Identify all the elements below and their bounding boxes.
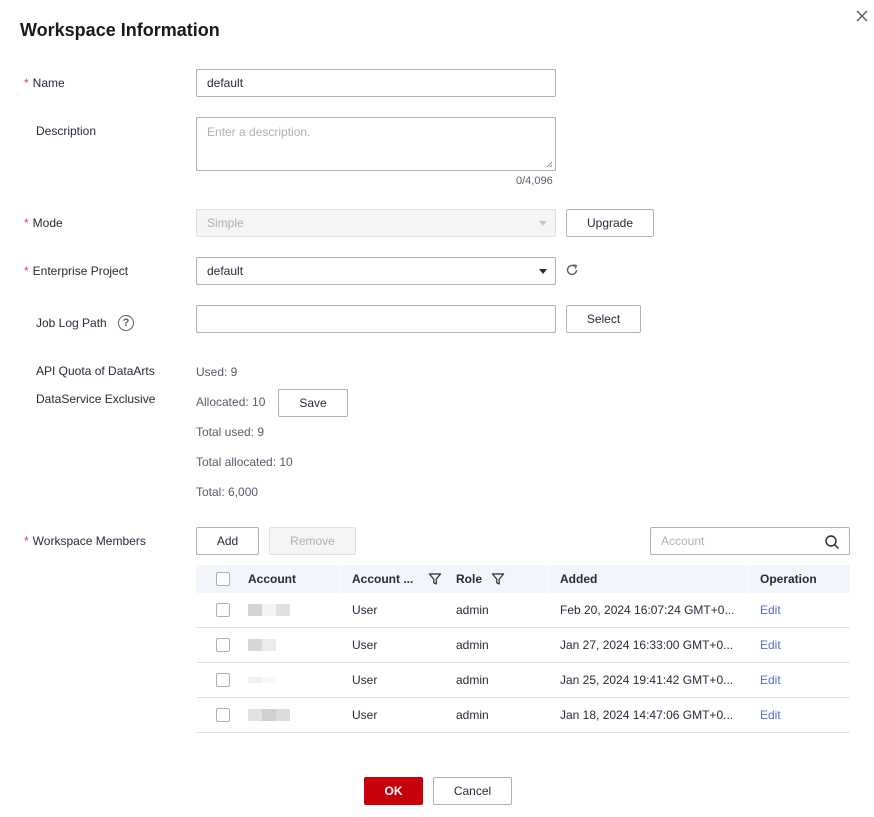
account-type-cell: User: [352, 673, 378, 687]
remove-member-button: Remove: [269, 527, 356, 555]
header-account: Account: [248, 572, 296, 586]
api-quota-label-line2: DataService Exclusive: [36, 392, 156, 406]
search-icon[interactable]: [824, 534, 840, 550]
quota-total-allocated: Total allocated: 10: [196, 455, 293, 469]
account-type-cell: User: [352, 638, 378, 652]
required-asterisk: *: [24, 76, 29, 90]
row-checkbox[interactable]: [216, 708, 230, 722]
chevron-down-icon: [539, 221, 547, 226]
masked-account: [248, 628, 276, 662]
description-counter: 0/4,096: [516, 175, 553, 187]
dialog-title: Workspace Information: [20, 20, 220, 40]
row-checkbox[interactable]: [216, 673, 230, 687]
edit-link[interactable]: Edit: [760, 698, 781, 732]
row-checkbox[interactable]: [216, 638, 230, 652]
account-search-input[interactable]: Account: [650, 527, 850, 555]
name-label: * Name: [24, 76, 65, 90]
table-row: User admin Jan 25, 2024 19:41:42 GMT+0..…: [196, 663, 850, 698]
quota-total-used: Total used: 9: [196, 425, 265, 439]
enterprise-project-label: * Enterprise Project: [24, 264, 129, 278]
description-textarea[interactable]: Enter a description.: [196, 117, 556, 171]
added-cell: Jan 25, 2024 19:41:42 GMT+0...: [560, 673, 734, 687]
ok-button[interactable]: OK: [364, 777, 423, 805]
quota-total: Total: 6,000: [196, 485, 259, 499]
select-all-checkbox[interactable]: [216, 572, 230, 586]
quota-allocated: Allocated: 10: [196, 395, 266, 409]
api-quota-label-line1: API Quota of DataArts: [36, 364, 155, 378]
chevron-down-icon: [539, 269, 547, 274]
help-icon[interactable]: ?: [118, 315, 134, 331]
edit-link[interactable]: Edit: [760, 628, 781, 662]
table-row: User admin Feb 20, 2024 16:07:24 GMT+0..…: [196, 593, 850, 628]
job-log-path-label: Job Log Path: [36, 316, 107, 330]
table-row: User admin Jan 27, 2024 16:33:00 GMT+0..…: [196, 628, 850, 663]
masked-account: [248, 698, 290, 732]
required-asterisk: *: [24, 534, 29, 548]
required-asterisk: *: [24, 216, 29, 230]
role-cell: admin: [456, 708, 489, 722]
mode-label: * Mode: [24, 216, 63, 230]
job-log-path-input[interactable]: [196, 305, 556, 333]
header-account-type: Account ...: [352, 572, 414, 586]
edit-link[interactable]: Edit: [760, 593, 781, 627]
quota-used: Used: 9: [196, 365, 238, 379]
filter-icon[interactable]: [428, 565, 442, 593]
added-cell: Jan 27, 2024 16:33:00 GMT+0...: [560, 638, 734, 652]
filter-icon[interactable]: [491, 565, 505, 593]
table-row: User admin Jan 18, 2024 14:47:06 GMT+0..…: [196, 698, 850, 733]
account-type-cell: User: [352, 603, 378, 617]
select-button[interactable]: Select: [566, 305, 641, 333]
added-cell: Jan 18, 2024 14:47:06 GMT+0...: [560, 708, 734, 722]
header-added: Added: [560, 572, 598, 586]
header-role: Role: [456, 572, 483, 586]
add-member-button[interactable]: Add: [196, 527, 259, 555]
account-type-cell: User: [352, 708, 378, 722]
description-label: Description: [36, 124, 97, 138]
enterprise-project-select[interactable]: default: [196, 257, 556, 285]
role-cell: admin: [456, 603, 489, 617]
refresh-icon[interactable]: [565, 263, 579, 277]
masked-account: [248, 663, 276, 697]
name-input[interactable]: default: [196, 69, 556, 97]
masked-account: [248, 593, 290, 627]
role-cell: admin: [456, 638, 489, 652]
close-icon[interactable]: [854, 8, 870, 24]
resize-handle-icon[interactable]: [546, 161, 553, 168]
added-cell: Feb 20, 2024 16:07:24 GMT+0...: [560, 603, 735, 617]
members-table: Account Account ... Role Added Operation…: [196, 565, 850, 733]
header-operation: Operation: [760, 572, 817, 586]
save-button[interactable]: Save: [278, 389, 348, 417]
upgrade-button[interactable]: Upgrade: [566, 209, 654, 237]
mode-select: Simple: [196, 209, 556, 237]
cancel-button[interactable]: Cancel: [433, 777, 512, 805]
workspace-members-label: * Workspace Members: [24, 534, 146, 548]
edit-link[interactable]: Edit: [760, 663, 781, 697]
role-cell: admin: [456, 673, 489, 687]
row-checkbox[interactable]: [216, 603, 230, 617]
table-header: Account Account ... Role Added Operation: [196, 565, 850, 593]
required-asterisk: *: [24, 264, 29, 278]
